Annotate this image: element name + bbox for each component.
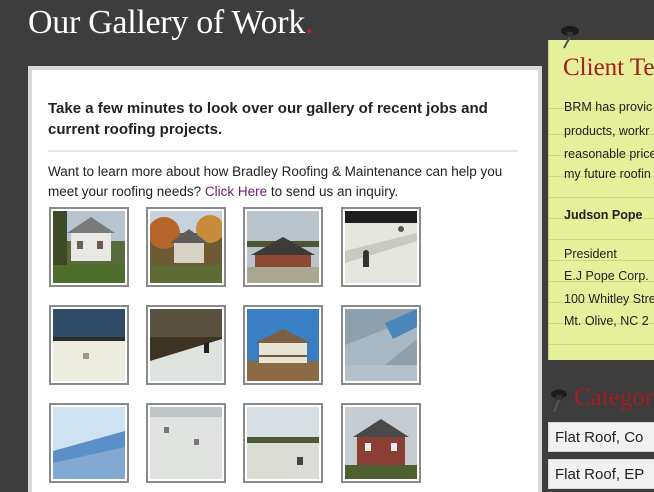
photo-brick-house [247, 211, 319, 283]
photo-flat-roof-evening [53, 309, 125, 381]
category-item[interactable]: Flat Roof, Co [548, 422, 654, 452]
gallery-thumbnail-6[interactable] [146, 305, 226, 385]
testimonial-line: BRM has provic [564, 100, 653, 114]
gallery-thumbnail-11[interactable] [243, 403, 323, 483]
gallery-thumbnail-5[interactable] [49, 305, 129, 385]
gallery-thumbnail-4[interactable] [341, 207, 421, 287]
intro-paragraph: Want to learn more about how Bradley Roo… [48, 162, 518, 202]
photo-roof-treeline [247, 407, 319, 479]
gallery-thumbnail-7[interactable] [243, 305, 323, 385]
photo-house-trees [53, 211, 125, 283]
page-title: Our Gallery of Work. [28, 4, 314, 42]
gallery-heading: Take a few minutes to look over our gall… [48, 100, 488, 138]
categories-title: Categor [574, 384, 654, 411]
pushpin-icon [551, 389, 567, 413]
gallery-thumbnail-9[interactable] [49, 403, 129, 483]
photo-flat-roof-worker [345, 211, 417, 283]
photo-flat-roof-woods [150, 309, 222, 381]
intro-text-after: to send us an inquiry. [270, 184, 399, 199]
category-item[interactable]: Flat Roof, EP [548, 459, 654, 489]
testimonial-author-company: E.J Pope Corp. [564, 269, 649, 283]
photo-metal-roof-panels [345, 309, 417, 381]
photo-farmhouse-porch [247, 309, 319, 381]
photo-blue-wrap-roof [53, 407, 125, 479]
gallery-thumbnail-3[interactable] [243, 207, 323, 287]
gallery-thumbnail-2[interactable] [146, 207, 226, 287]
testimonial-note: Client Te BRM has provic products, workr… [548, 40, 654, 360]
gallery-thumbnail-1[interactable] [49, 207, 129, 287]
page-title-text: Our Gallery of Work [28, 4, 306, 41]
page-title-dot: . [305, 4, 314, 41]
testimonial-author-name: Judson Pope [564, 208, 643, 222]
photo-two-story-brick-house [345, 407, 417, 479]
photo-autumn-house [150, 211, 222, 283]
divider [48, 150, 518, 152]
gallery-thumbnail-10[interactable] [146, 403, 226, 483]
testimonial-line: my future roofin [564, 167, 651, 181]
gallery-thumbnail-8[interactable] [341, 305, 421, 385]
testimonial-author-city: Mt. Olive, NC 2 [564, 314, 649, 328]
testimonial-line: products, workr [564, 124, 650, 138]
testimonial-line: reasonable price [564, 147, 654, 161]
testimonial-title: Client Te [563, 54, 654, 81]
photo-white-roof-vents [150, 407, 222, 479]
testimonial-author-role: President [564, 247, 617, 261]
pushpin-icon [561, 26, 579, 49]
testimonial-author-street: 100 Whitley Stre [564, 292, 654, 306]
gallery-thumbnail-12[interactable] [341, 403, 421, 483]
inquiry-link[interactable]: Click Here [205, 184, 267, 199]
